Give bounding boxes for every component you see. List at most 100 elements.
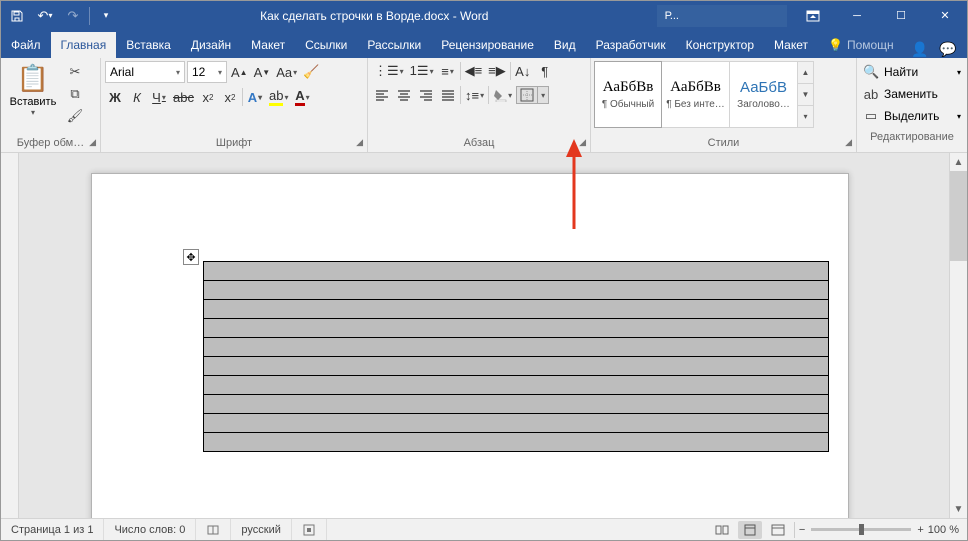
subscript-button[interactable]: x2 xyxy=(198,87,218,107)
view-web-button[interactable] xyxy=(766,521,790,539)
align-center-button[interactable] xyxy=(394,85,414,105)
borders-button[interactable]: ▾ xyxy=(516,86,549,104)
numbering-button[interactable]: 1☰ xyxy=(408,61,436,81)
styles-scroll-up[interactable]: ▲ xyxy=(798,62,813,84)
borders-dropdown[interactable]: ▾ xyxy=(538,87,548,103)
zoom-thumb[interactable] xyxy=(859,524,864,535)
change-case-button[interactable]: Aa xyxy=(274,62,299,82)
table-row[interactable] xyxy=(204,281,829,300)
find-button[interactable]: 🔍Найти▾ xyxy=(863,62,961,82)
status-macro[interactable] xyxy=(292,519,327,540)
share-button[interactable]: 👤 xyxy=(911,41,927,58)
cut-button[interactable]: ✂ xyxy=(65,63,85,81)
font-name-combo[interactable]: Arial▾ xyxy=(105,61,185,83)
table-row[interactable] xyxy=(204,395,829,414)
multilevel-button[interactable]: ≡ xyxy=(438,61,458,81)
line-spacing-button[interactable]: ↕≡ xyxy=(463,85,486,105)
tab-insert[interactable]: Вставка xyxy=(116,32,181,58)
account-indicator[interactable]: Р... xyxy=(657,5,687,27)
redo-button[interactable]: ↷ xyxy=(61,4,85,28)
table-row[interactable] xyxy=(204,338,829,357)
strikethrough-button[interactable]: abc xyxy=(171,87,196,107)
document-table[interactable] xyxy=(203,261,829,452)
font-dialog-launcher[interactable]: ◢ xyxy=(356,137,363,148)
status-spellcheck[interactable] xyxy=(196,519,231,540)
scroll-track[interactable] xyxy=(950,171,967,500)
italic-button[interactable]: К xyxy=(127,87,147,107)
table-cell[interactable] xyxy=(204,357,829,376)
zoom-out-button[interactable]: − xyxy=(799,524,805,536)
zoom-in-button[interactable]: + xyxy=(917,524,923,536)
ribbon-options-button[interactable] xyxy=(791,1,835,30)
text-effects-button[interactable]: A xyxy=(245,87,265,107)
scroll-up-button[interactable]: ▲ xyxy=(950,153,967,171)
tab-design[interactable]: Дизайн xyxy=(181,32,241,58)
qat-customize-button[interactable]: ▾ xyxy=(94,4,118,28)
table-move-handle[interactable]: ✥ xyxy=(183,249,199,265)
table-row[interactable] xyxy=(204,262,829,281)
scroll-thumb[interactable] xyxy=(950,171,967,261)
paste-button[interactable]: 📋 Вставить ▾ xyxy=(5,61,61,117)
minimize-button[interactable]: ─ xyxy=(835,1,879,30)
table-cell[interactable] xyxy=(204,281,829,300)
tab-table-layout[interactable]: Макет xyxy=(764,32,818,58)
decrease-indent-button[interactable]: ◀≡ xyxy=(463,61,485,81)
select-button[interactable]: ▭Выделить▾ xyxy=(863,106,961,126)
styles-dialog-launcher[interactable]: ◢ xyxy=(845,137,852,148)
view-print-button[interactable] xyxy=(738,521,762,539)
shading-color-button[interactable] xyxy=(491,85,514,105)
tab-home[interactable]: Главная xyxy=(51,32,117,58)
tab-mailings[interactable]: Рассылки xyxy=(357,32,431,58)
sort-button[interactable]: A↓ xyxy=(513,61,533,81)
superscript-button[interactable]: x2 xyxy=(220,87,240,107)
style-heading1[interactable]: АаБбВ Заголово… xyxy=(730,61,798,128)
styles-scroll-down[interactable]: ▼ xyxy=(798,84,813,106)
shrink-font-button[interactable]: A▼ xyxy=(252,62,273,82)
table-row[interactable] xyxy=(204,319,829,338)
replace-button[interactable]: abЗаменить xyxy=(863,84,961,104)
clear-formatting-button[interactable]: 🧹 xyxy=(301,62,321,82)
tab-references[interactable]: Ссылки xyxy=(295,32,357,58)
tab-table-constructor[interactable]: Конструктор xyxy=(676,32,764,58)
table-cell[interactable] xyxy=(204,319,829,338)
vertical-scrollbar[interactable]: ▲ ▼ xyxy=(949,153,967,518)
undo-button[interactable]: ↶▾ xyxy=(33,4,57,28)
bold-button[interactable]: Ж xyxy=(105,87,125,107)
grow-font-button[interactable]: A▲ xyxy=(229,62,250,82)
zoom-slider[interactable]: − + xyxy=(799,524,924,536)
scroll-down-button[interactable]: ▼ xyxy=(950,500,967,518)
tab-view[interactable]: Вид xyxy=(544,32,586,58)
align-right-button[interactable] xyxy=(416,85,436,105)
tab-developer[interactable]: Разработчик xyxy=(586,32,676,58)
table-cell[interactable] xyxy=(204,300,829,319)
vertical-ruler[interactable] xyxy=(1,153,19,518)
tab-layout[interactable]: Макет xyxy=(241,32,295,58)
underline-button[interactable]: Ч xyxy=(149,87,169,107)
copy-button[interactable]: ⧉ xyxy=(65,85,85,103)
table-cell[interactable] xyxy=(204,433,829,452)
show-marks-button[interactable]: ¶ xyxy=(535,61,555,81)
table-row[interactable] xyxy=(204,357,829,376)
status-page[interactable]: Страница 1 из 1 xyxy=(1,519,104,540)
style-no-spacing[interactable]: АаБбВв ¶ Без инте… xyxy=(662,61,730,128)
view-read-button[interactable] xyxy=(710,521,734,539)
zoom-track[interactable] xyxy=(811,528,911,531)
save-button[interactable] xyxy=(5,4,29,28)
font-color-button[interactable]: A xyxy=(292,87,312,107)
bullets-button[interactable]: ⋮☰ xyxy=(372,61,406,81)
table-cell[interactable] xyxy=(204,338,829,357)
table-row[interactable] xyxy=(204,376,829,395)
comments-button[interactable]: 💬 xyxy=(939,41,955,58)
styles-expand[interactable]: ▾ xyxy=(798,106,813,127)
table-row[interactable] xyxy=(204,414,829,433)
align-left-button[interactable] xyxy=(372,85,392,105)
clipboard-dialog-launcher[interactable]: ◢ xyxy=(89,137,96,148)
zoom-level[interactable]: 100 % xyxy=(928,524,959,536)
status-language[interactable]: русский xyxy=(231,519,291,540)
status-word-count[interactable]: Число слов: 0 xyxy=(104,519,196,540)
table-cell[interactable] xyxy=(204,414,829,433)
table-cell[interactable] xyxy=(204,395,829,414)
highlight-button[interactable]: ab xyxy=(267,87,290,107)
font-size-combo[interactable]: 12▾ xyxy=(187,61,227,83)
tab-review[interactable]: Рецензирование xyxy=(431,32,544,58)
